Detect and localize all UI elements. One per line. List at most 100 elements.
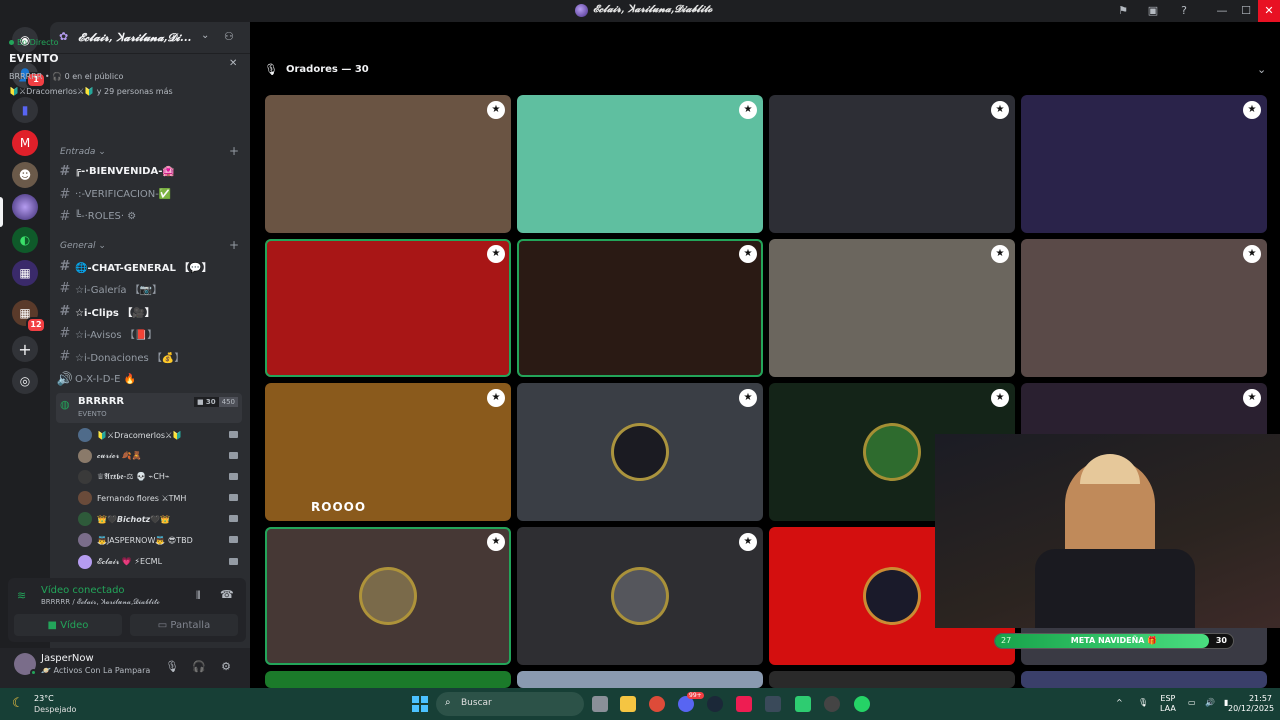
category-general[interactable]: General ⌄ xyxy=(60,241,106,251)
star-icon[interactable]: ★ xyxy=(1243,245,1261,263)
star-icon[interactable]: ★ xyxy=(739,101,757,119)
task-view-icon[interactable] xyxy=(592,696,608,712)
maximize-button[interactable]: ☐ xyxy=(1234,0,1258,22)
voice-user[interactable]: 𝓬𝓾𝓻𝓲𝓸𝓻 🍂🧸 xyxy=(78,446,248,466)
steam-icon[interactable] xyxy=(707,696,723,712)
folder-icon[interactable]: ▮ xyxy=(12,97,38,123)
server-icon-2[interactable]: ☻ xyxy=(12,162,38,188)
voice-status[interactable]: Vídeo conectado xyxy=(41,585,125,596)
volume-icon[interactable]: 🔊 xyxy=(1205,698,1215,708)
server-icon-green[interactable]: ◐ xyxy=(12,227,38,253)
language-indicator[interactable]: ESP LAA xyxy=(1160,694,1176,714)
add-server-icon[interactable]: + xyxy=(12,336,38,362)
server-icon-active[interactable] xyxy=(12,194,38,220)
close-button[interactable]: ✕ xyxy=(1258,0,1280,22)
explore-compass-icon[interactable]: ◎ xyxy=(12,368,38,394)
screen-share-icon[interactable]: ▣ xyxy=(1146,4,1160,18)
voice-user[interactable]: 👼JASPERNOW👼 😎TBD xyxy=(78,530,248,550)
channel-roles[interactable]: # ╚-·ROLES· ⚙ xyxy=(55,206,245,226)
noise-suppression-icon[interactable]: ⫴ xyxy=(196,589,201,603)
video-tile[interactable]: ★ xyxy=(1021,239,1267,377)
channel-chat-general[interactable]: # 🌐-CHAT-GENERAL 【💬】 xyxy=(55,256,245,276)
screen-share-button[interactable]: ▭ Pantalla xyxy=(130,614,238,636)
voice-user[interactable]: 🔰⚔Dracomerlos⚔🔰 xyxy=(78,425,248,445)
channel-donaciones[interactable]: # ☆i-Donaciones 【💰】 xyxy=(55,346,245,366)
star-icon[interactable]: ★ xyxy=(487,533,505,551)
star-icon[interactable]: ★ xyxy=(991,101,1009,119)
event-title[interactable]: EVENTO xyxy=(9,52,59,65)
file-explorer-icon[interactable] xyxy=(620,696,636,712)
server-header[interactable]: ✿ 𝓔𝓬𝓵𝓪𝓲𝓻, ꓘ𝓪𝓻𝓲𝓵𝓾𝓷𝓪,𝓓𝓲... ⌄ ⚇ xyxy=(50,22,250,54)
server-icon-red[interactable]: M xyxy=(12,130,38,156)
inbox-icon[interactable]: ⚑ xyxy=(1116,4,1130,18)
chevron-down-icon[interactable]: ⌄ xyxy=(1257,63,1266,76)
star-icon[interactable]: ★ xyxy=(487,245,505,263)
close-event-icon[interactable]: ✕ xyxy=(229,58,237,69)
chevron-down-icon[interactable]: ⌄ xyxy=(201,30,209,41)
video-tile[interactable]: ★ xyxy=(265,239,511,377)
video-tile[interactable]: ★ xyxy=(517,383,763,521)
channel-verificacion[interactable]: # ·:-VERIFICACION-✅ xyxy=(55,184,245,204)
channel-avisos[interactable]: # ☆i-Avisos 【📕】 xyxy=(55,323,245,343)
star-icon[interactable]: ★ xyxy=(487,389,505,407)
weather-temperature[interactable]: 23°C xyxy=(34,694,54,703)
channel-bienvenida[interactable]: # ╔-·BIENVENIDA-🏩 xyxy=(55,161,245,181)
voice-user[interactable]: ♕𝕬𝖗𝖝𝖇𝖊-⚖ 💀 ⌁CH⌁ xyxy=(78,467,248,487)
video-tile[interactable] xyxy=(265,671,511,688)
video-tile[interactable]: ★ xyxy=(1021,95,1267,233)
network-icon[interactable]: ▭ xyxy=(1188,698,1196,708)
tiktok-icon[interactable] xyxy=(736,696,752,712)
username[interactable]: JasperNow xyxy=(41,653,94,664)
video-tile[interactable] xyxy=(769,671,1015,688)
star-icon[interactable]: ★ xyxy=(1243,389,1261,407)
star-icon[interactable]: ★ xyxy=(1243,101,1261,119)
video-button[interactable]: ■ Vídeo xyxy=(14,614,122,636)
minimize-button[interactable]: — xyxy=(1210,0,1234,22)
start-windows-icon[interactable] xyxy=(412,696,428,712)
taskbar-search[interactable]: ⌕ Buscar xyxy=(436,692,584,716)
star-icon[interactable]: ★ xyxy=(739,245,757,263)
microphone-tray-icon[interactable]: 🎙 xyxy=(1138,698,1148,708)
voice-location[interactable]: BRRRRR / 𝓔𝓬𝓵𝓪𝓲𝓻, ꓘ𝓪𝓻𝓲𝓵𝓾𝓷𝓪,𝓓𝓲𝓪𝓫𝓵𝓲𝓽𝓸 xyxy=(41,598,160,607)
voice-user[interactable]: 👑🖤𝘽𝙞𝙘𝙝𝙤𝙩𝙯🖤👑 xyxy=(78,509,248,529)
voice-channel-brrrrr[interactable]: ◍ BRRRRR EVENTO ■ 30 450 xyxy=(56,393,242,423)
obs-icon[interactable] xyxy=(824,696,840,712)
invite-people-icon[interactable]: ⚇ xyxy=(224,30,234,43)
help-icon[interactable]: ? xyxy=(1177,4,1191,18)
moon-weather-icon[interactable]: ☾ xyxy=(12,696,24,711)
star-icon[interactable]: ★ xyxy=(991,245,1009,263)
star-icon[interactable]: ★ xyxy=(739,389,757,407)
headphones-icon[interactable]: 🎧 xyxy=(191,659,207,675)
clock[interactable]: 21:57 20/12/2025 xyxy=(1228,694,1274,714)
video-tile[interactable] xyxy=(517,671,763,688)
app-icon-green[interactable] xyxy=(795,696,811,712)
video-tile[interactable]: ★ xyxy=(517,527,763,665)
star-icon[interactable]: ★ xyxy=(991,389,1009,407)
star-icon[interactable]: ★ xyxy=(487,101,505,119)
chevron-up-icon[interactable]: ^ xyxy=(1116,698,1123,708)
settings-gear-icon[interactable]: ⚙ xyxy=(218,659,234,675)
disconnect-icon[interactable]: ☎ xyxy=(220,588,234,601)
video-tile[interactable]: ★ xyxy=(517,95,763,233)
server-folder[interactable]: ▦ xyxy=(12,260,38,286)
channel-galeria[interactable]: # ☆i-Galería 【📷】 xyxy=(55,278,245,298)
video-tile[interactable]: ★ xyxy=(265,527,511,665)
microphone-icon[interactable]: 🎙 xyxy=(164,659,180,675)
add-channel-icon[interactable]: + xyxy=(229,144,239,158)
voice-user[interactable]: Fernando flores ⚔TMH xyxy=(78,488,248,508)
whatsapp-icon[interactable] xyxy=(854,696,870,712)
video-tile[interactable] xyxy=(1021,671,1267,688)
video-tile[interactable]: ★ xyxy=(769,239,1015,377)
category-entrada[interactable]: Entrada ⌄ xyxy=(60,147,106,157)
video-tile[interactable]: ★ xyxy=(265,95,511,233)
video-tile[interactable]: ROOOO ★ xyxy=(265,383,511,521)
add-channel-icon[interactable]: + xyxy=(229,238,239,252)
video-tile[interactable]: ★ xyxy=(517,239,763,377)
channel-oxide[interactable]: 🔊 O-X-I-D-E 🔥 xyxy=(55,369,245,389)
app-icon[interactable] xyxy=(765,696,781,712)
video-tile[interactable]: ★ xyxy=(769,95,1015,233)
star-icon[interactable]: ★ xyxy=(739,533,757,551)
channel-clips[interactable]: # ☆i-Clips 【🎥】 xyxy=(55,301,245,321)
chrome-icon[interactable] xyxy=(649,696,665,712)
voice-user[interactable]: 𝓔𝓬𝓵𝓪𝓲𝓻 💗 ⚡ECML xyxy=(78,552,248,572)
